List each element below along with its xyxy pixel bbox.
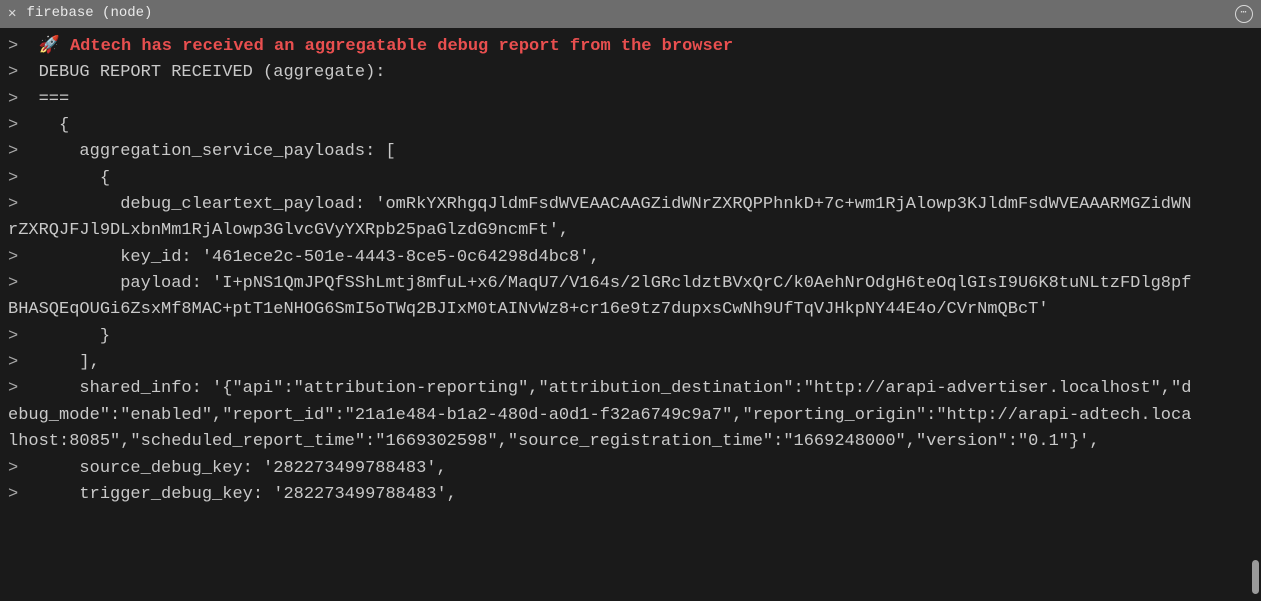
console-output: > 🚀 Adtech has received an aggregatable …	[0, 28, 1261, 508]
console-line: > shared_info: '{"api":"attribution-repo…	[8, 376, 1253, 402]
prompt-caret: >	[8, 485, 18, 504]
console-text: ],	[39, 353, 100, 372]
prompt-caret: >	[8, 274, 18, 293]
console-text-continuation: BHASQEqOUGi6ZsxMf8MAC+ptT1eNHOG6SmI5oTWq…	[8, 300, 1049, 319]
console-text: {	[39, 169, 110, 188]
console-text: key_id: '461ece2c-501e-4443-8ce5-0c64298…	[39, 248, 600, 267]
prompt-caret: >	[8, 327, 18, 346]
console-text: source_debug_key: '282273499788483',	[39, 459, 447, 478]
console-line: rZXRQJFJl9DLxbnMm1RjAlowp3GlvcGVyYXRpb25…	[8, 218, 1253, 244]
prompt-caret: >	[8, 90, 18, 109]
console-text-continuation: ebug_mode":"enabled","report_id":"21a1e4…	[8, 406, 1191, 425]
console-text: }	[39, 327, 110, 346]
close-icon[interactable]: ✕	[8, 7, 16, 21]
console-line: > trigger_debug_key: '282273499788483',	[8, 482, 1253, 508]
console-line-highlight: > 🚀 Adtech has received an aggregatable …	[8, 34, 1253, 60]
prompt-caret: >	[8, 248, 18, 267]
console-line: > {	[8, 113, 1253, 139]
console-line: > ===	[8, 87, 1253, 113]
prompt-caret: >	[8, 37, 18, 56]
prompt-caret: >	[8, 459, 18, 478]
console-text: ===	[39, 90, 70, 109]
console-text: payload: 'I+pNS1QmJPQfSShLmtj8mfuL+x6/Ma…	[39, 274, 1192, 293]
vertical-scrollbar[interactable]	[1252, 560, 1259, 594]
console-text: {	[39, 116, 70, 135]
console-line: > debug_cleartext_payload: 'omRkYXRhgqJl…	[8, 192, 1253, 218]
console-line: > ],	[8, 350, 1253, 376]
prompt-caret: >	[8, 63, 18, 82]
rocket-icon: 🚀	[39, 34, 60, 60]
tab-title: firebase (node)	[26, 3, 152, 25]
prompt-caret: >	[8, 379, 18, 398]
prompt-caret: >	[8, 169, 18, 188]
more-options-icon[interactable]: ⋯	[1235, 5, 1253, 23]
prompt-caret: >	[8, 116, 18, 135]
terminal-tab-header: ✕ firebase (node) ⋯	[0, 0, 1261, 28]
header-left: ✕ firebase (node)	[8, 3, 152, 25]
console-line: > source_debug_key: '282273499788483',	[8, 456, 1253, 482]
console-line: lhost:8085","scheduled_report_time":"166…	[8, 429, 1253, 455]
console-line: > aggregation_service_payloads: [	[8, 139, 1253, 165]
prompt-caret: >	[8, 353, 18, 372]
console-text-continuation: rZXRQJFJl9DLxbnMm1RjAlowp3GlvcGVyYXRpb25…	[8, 221, 569, 240]
console-line: > }	[8, 324, 1253, 350]
console-text: DEBUG REPORT RECEIVED (aggregate):	[39, 63, 386, 82]
console-text: debug_cleartext_payload: 'omRkYXRhgqJldm…	[39, 195, 1192, 214]
console-line: > DEBUG REPORT RECEIVED (aggregate):	[8, 60, 1253, 86]
console-text: trigger_debug_key: '282273499788483',	[39, 485, 457, 504]
prompt-caret: >	[8, 142, 18, 161]
console-line: > key_id: '461ece2c-501e-4443-8ce5-0c642…	[8, 245, 1253, 271]
console-line: BHASQEqOUGi6ZsxMf8MAC+ptT1eNHOG6SmI5oTWq…	[8, 297, 1253, 323]
console-text-continuation: lhost:8085","scheduled_report_time":"166…	[8, 432, 1100, 451]
highlight-message: Adtech has received an aggregatable debu…	[70, 37, 733, 56]
console-line: > payload: 'I+pNS1QmJPQfSShLmtj8mfuL+x6/…	[8, 271, 1253, 297]
console-line: ebug_mode":"enabled","report_id":"21a1e4…	[8, 403, 1253, 429]
console-line: > {	[8, 166, 1253, 192]
console-text: shared_info: '{"api":"attribution-report…	[39, 379, 1192, 398]
prompt-caret: >	[8, 195, 18, 214]
console-text: aggregation_service_payloads: [	[39, 142, 396, 161]
